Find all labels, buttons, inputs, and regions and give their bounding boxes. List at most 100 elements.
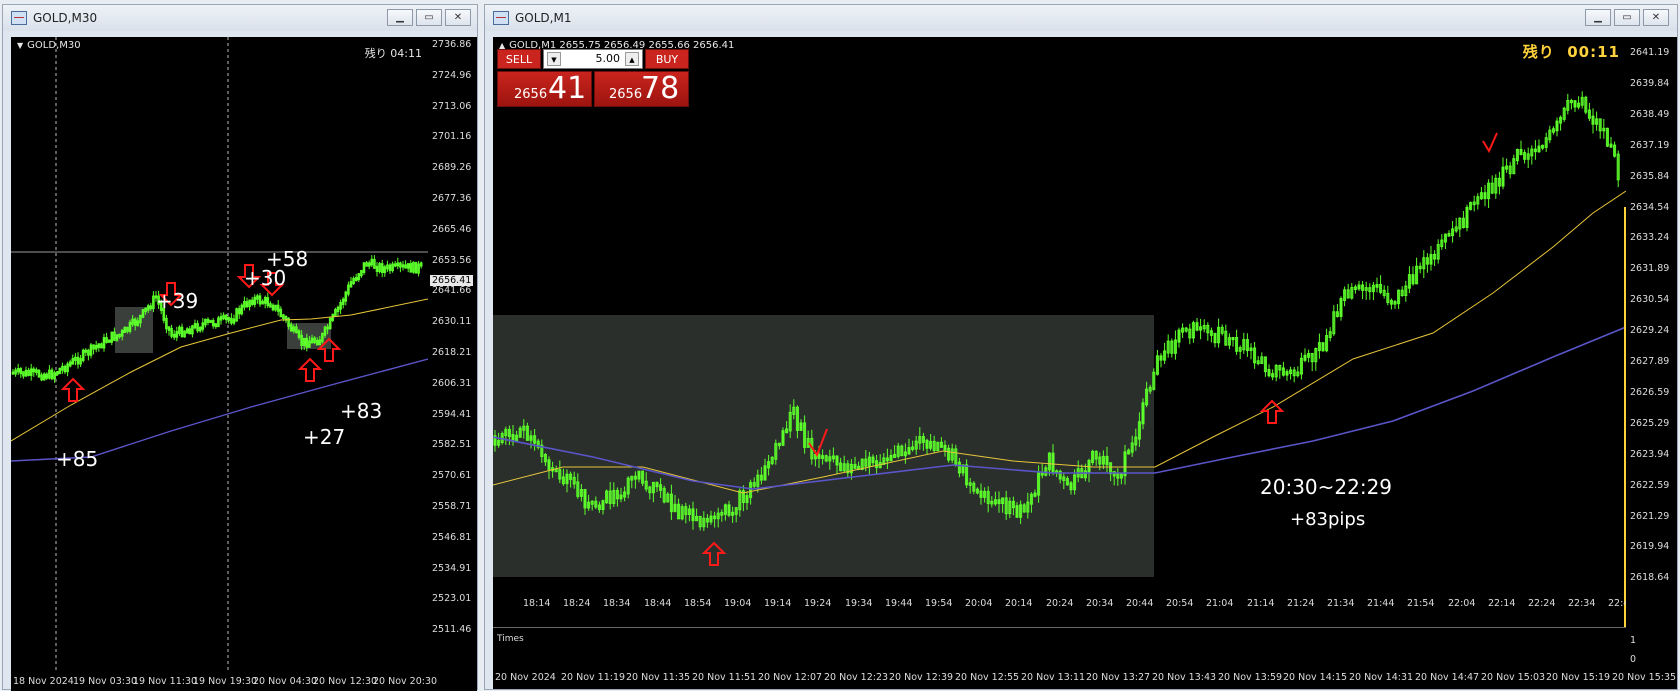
price-tick-label: 2523.01 <box>432 593 472 604</box>
time-tick-label: 20 Nov 14:31 <box>1349 672 1414 683</box>
time-tick-label: 20 Nov 11:51 <box>692 672 757 683</box>
time-tick-label: 21:34 <box>1327 598 1355 609</box>
sub-scale-top: 1 <box>1630 635 1637 646</box>
time-tick-label: 21:24 <box>1287 598 1315 609</box>
time-tick-label: 21:44 <box>1367 598 1395 609</box>
price-tick-label: 2635.84 <box>1630 171 1670 182</box>
price-tick-label: 2736.86 <box>432 39 472 50</box>
price-tick-label: 2631.89 <box>1630 263 1670 274</box>
buy-arrow-icon <box>297 357 323 382</box>
left-symbol-text: GOLD,M30 <box>27 40 81 51</box>
price-tick-label: 2626.59 <box>1630 387 1670 398</box>
time-tick-label: 19 Nov 03:30 <box>73 676 138 687</box>
price-tick-label: 2701.16 <box>432 131 472 142</box>
price-tick-label: 2633.24 <box>1630 232 1670 243</box>
buy-arrow-icon <box>1259 399 1285 424</box>
maximize-button[interactable]: ▭ <box>416 9 442 26</box>
price-tick-label: 2627.89 <box>1630 356 1670 367</box>
minimize-button[interactable]: ▁ <box>387 9 413 26</box>
buy-button[interactable]: BUY <box>645 49 689 69</box>
time-tick-label: 22:04 <box>1448 598 1476 609</box>
remaining-time-value: 00:11 <box>1567 43 1620 61</box>
time-tick-label: 19:24 <box>804 598 832 609</box>
right-price-axis[interactable]: 2641.19 2639.84 2638.49 2637.19 2635.84 2634.… <box>1626 37 1677 667</box>
left-remaining-time: 残り 04:11 <box>364 47 422 60</box>
time-tick-label: 20:34 <box>1086 598 1114 609</box>
time-tick-label: 20 Nov 13:43 <box>1152 672 1217 683</box>
left-chart-window[interactable]: GOLD,M30 ▁ ▭ ✕ ▼ GOLD,M30 残り 04:11 +85 +3… <box>2 4 478 691</box>
buy-price-prefix: 2656 <box>609 87 643 102</box>
left-price-chart[interactable]: ▼ GOLD,M30 残り 04:11 +85 +39 +30 +58 +27 +… <box>11 37 428 673</box>
time-tick-label: 20 Nov 13:59 <box>1218 672 1283 683</box>
time-tick-label: 18:54 <box>684 598 712 609</box>
one-click-trading-panel: SELL ▼ 5.00 ▲ BUY 2656 41 2656 78 <box>497 49 689 107</box>
time-tick-label: 20 Nov 15:35 <box>1612 672 1677 683</box>
price-tick-label: 2629.24 <box>1630 325 1670 336</box>
price-tick-label: 2641.19 <box>1630 47 1670 58</box>
right-time-axis[interactable]: 20 Nov 2024 20 Nov 11:19 20 Nov 11:35 20 No… <box>493 667 1677 689</box>
price-tick-label: 2634.54 <box>1630 202 1670 213</box>
time-tick-label: 20 Nov 13:11 <box>1021 672 1086 683</box>
price-tick-label: 2558.71 <box>432 501 472 512</box>
buy-arrow-icon <box>60 377 86 402</box>
left-current-price-tag: 2656.41 <box>430 275 474 286</box>
signal-check-icon <box>1482 132 1498 154</box>
time-tick-label: 20:44 <box>1126 598 1154 609</box>
close-button[interactable]: ✕ <box>1643 9 1669 26</box>
time-tick-label: 20 Nov 12:23 <box>824 672 889 683</box>
time-tick-label: 20 Nov 12:39 <box>889 672 954 683</box>
lot-decrease-icon[interactable]: ▼ <box>547 52 561 66</box>
collapse-triangle-icon[interactable]: ▼ <box>17 41 23 50</box>
price-tick-label: 2637.19 <box>1630 140 1670 151</box>
time-tick-label: 20 Nov 12:30 <box>313 676 378 687</box>
minimize-button[interactable]: ▁ <box>1585 9 1611 26</box>
price-tick-label: 2641.66 <box>432 285 472 296</box>
price-tick-label: 2534.91 <box>432 563 472 574</box>
close-button[interactable]: ✕ <box>445 9 471 26</box>
left-price-axis[interactable]: 2736.86 2724.96 2713.06 2701.16 2689.26 2677.… <box>428 37 477 673</box>
time-tick-label: 20 Nov 11:19 <box>561 672 626 683</box>
price-tick-label: 2606.31 <box>432 378 472 389</box>
times-subpanel-title: Times <box>497 634 524 644</box>
right-chart-canvas <box>493 91 1626 627</box>
time-tick-label: 20 Nov 14:15 <box>1283 672 1348 683</box>
right-chart-window[interactable]: GOLD,M1 ▁ ▭ ✕ ▲ GOLD,M1 2655.75 2656.49 2… <box>484 4 1678 690</box>
lot-size-input[interactable]: ▼ 5.00 ▲ <box>543 49 643 69</box>
time-tick-label: 19 Nov 19:30 <box>193 676 258 687</box>
left-annotation-4: +58 <box>266 247 309 271</box>
time-tick-label: 19:44 <box>885 598 913 609</box>
sell-button[interactable]: SELL <box>497 49 541 69</box>
chart-window-icon <box>11 11 27 25</box>
price-tick-label: 2622.59 <box>1630 480 1670 491</box>
price-tick-label: 2665.46 <box>432 224 472 235</box>
left-window-title: GOLD,M30 <box>33 11 98 25</box>
time-tick-label: 21:54 <box>1407 598 1435 609</box>
time-tick-label: 20 Nov 12:55 <box>955 672 1020 683</box>
left-window-titlebar[interactable]: GOLD,M30 ▁ ▭ ✕ <box>3 5 477 31</box>
price-tick-label: 2724.96 <box>432 70 472 81</box>
chart-window-icon <box>493 11 509 25</box>
left-annotation-6: +83 <box>340 399 383 423</box>
sell-price-button[interactable]: 2656 41 <box>497 71 592 107</box>
lot-increase-icon[interactable]: ▲ <box>625 52 639 66</box>
right-window-title: GOLD,M1 <box>515 11 572 25</box>
left-annotation-1: +85 <box>56 447 99 471</box>
right-price-chart[interactable]: ▲ GOLD,M1 2655.75 2656.49 2655.66 2656.41… <box>493 37 1626 627</box>
left-time-axis[interactable]: 18 Nov 2024 19 Nov 03:30 19 Nov 11:30 19 No… <box>11 673 477 691</box>
left-annotation-5: +27 <box>303 425 346 449</box>
time-tick-label: 20 Nov 15:19 <box>1546 672 1611 683</box>
price-tick-label: 2713.06 <box>432 101 472 112</box>
sell-price-main: 41 <box>548 71 587 106</box>
right-remaining-time: 残り 00:11 <box>1523 41 1620 62</box>
time-tick-label: 20 Nov 14:47 <box>1415 672 1480 683</box>
left-symbol-label: ▼ GOLD,M30 <box>17 40 81 51</box>
right-window-titlebar[interactable]: GOLD,M1 ▁ ▭ ✕ <box>485 5 1677 31</box>
maximize-button[interactable]: ▭ <box>1614 9 1640 26</box>
left-chart-canvas <box>11 37 428 673</box>
sub-scale-bottom: 0 <box>1630 654 1637 665</box>
price-tick-label: 2653.56 <box>432 255 472 266</box>
times-subpanel[interactable]: 18:14 18:24 18:34 18:44 18:54 19:04 19:14 19:24… <box>493 598 1635 668</box>
buy-price-button[interactable]: 2656 78 <box>594 71 689 107</box>
left-annotation-2: +39 <box>156 289 199 313</box>
remaining-label: 残り <box>1522 43 1555 61</box>
